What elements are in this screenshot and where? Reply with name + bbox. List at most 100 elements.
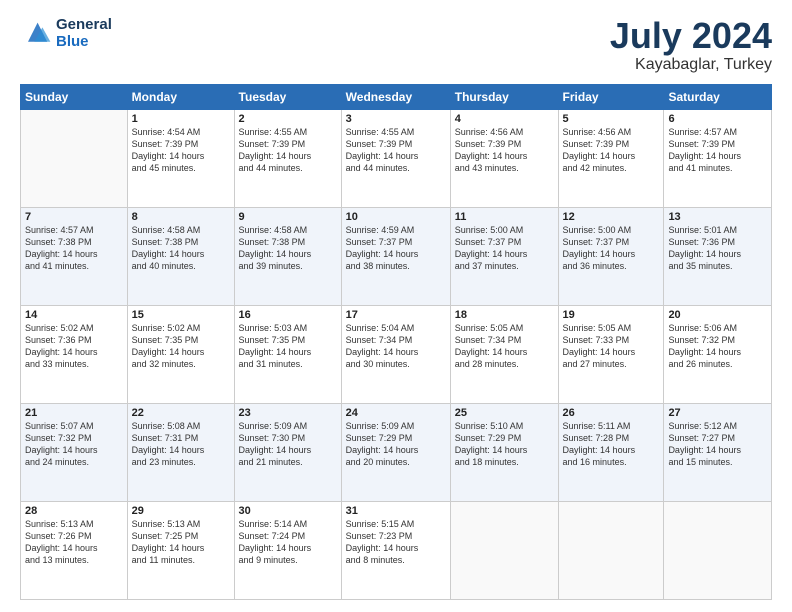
day-cell — [664, 501, 772, 599]
day-info: Sunrise: 5:12 AM Sunset: 7:27 PM Dayligh… — [668, 420, 767, 469]
day-number: 30 — [239, 505, 337, 517]
calendar-body: 1Sunrise: 4:54 AM Sunset: 7:39 PM Daylig… — [21, 109, 772, 599]
day-info: Sunrise: 5:14 AM Sunset: 7:24 PM Dayligh… — [239, 518, 337, 567]
day-info: Sunrise: 5:03 AM Sunset: 7:35 PM Dayligh… — [239, 322, 337, 371]
day-cell: 13Sunrise: 5:01 AM Sunset: 7:36 PM Dayli… — [664, 207, 772, 305]
day-cell: 1Sunrise: 4:54 AM Sunset: 7:39 PM Daylig… — [127, 109, 234, 207]
day-cell: 31Sunrise: 5:15 AM Sunset: 7:23 PM Dayli… — [341, 501, 450, 599]
day-number: 2 — [239, 113, 337, 125]
day-info: Sunrise: 5:05 AM Sunset: 7:33 PM Dayligh… — [563, 322, 660, 371]
day-cell — [21, 109, 128, 207]
day-number: 16 — [239, 309, 337, 321]
day-number: 17 — [346, 309, 446, 321]
day-info: Sunrise: 4:58 AM Sunset: 7:38 PM Dayligh… — [132, 224, 230, 273]
day-number: 26 — [563, 407, 660, 419]
header-cell-wednesday: Wednesday — [341, 84, 450, 109]
day-cell: 26Sunrise: 5:11 AM Sunset: 7:28 PM Dayli… — [558, 403, 664, 501]
day-number: 21 — [25, 407, 123, 419]
day-info: Sunrise: 5:15 AM Sunset: 7:23 PM Dayligh… — [346, 518, 446, 567]
day-cell — [558, 501, 664, 599]
day-cell: 19Sunrise: 5:05 AM Sunset: 7:33 PM Dayli… — [558, 305, 664, 403]
day-info: Sunrise: 5:06 AM Sunset: 7:32 PM Dayligh… — [668, 322, 767, 371]
day-cell: 15Sunrise: 5:02 AM Sunset: 7:35 PM Dayli… — [127, 305, 234, 403]
day-info: Sunrise: 5:02 AM Sunset: 7:36 PM Dayligh… — [25, 322, 123, 371]
day-cell: 12Sunrise: 5:00 AM Sunset: 7:37 PM Dayli… — [558, 207, 664, 305]
day-number: 22 — [132, 407, 230, 419]
day-number: 7 — [25, 211, 123, 223]
day-number: 31 — [346, 505, 446, 517]
day-number: 12 — [563, 211, 660, 223]
main-title: July 2024 — [610, 16, 772, 56]
day-info: Sunrise: 5:00 AM Sunset: 7:37 PM Dayligh… — [563, 224, 660, 273]
day-info: Sunrise: 5:13 AM Sunset: 7:26 PM Dayligh… — [25, 518, 123, 567]
day-number: 18 — [455, 309, 554, 321]
day-info: Sunrise: 4:57 AM Sunset: 7:38 PM Dayligh… — [25, 224, 123, 273]
day-info: Sunrise: 5:09 AM Sunset: 7:29 PM Dayligh… — [346, 420, 446, 469]
day-cell: 7Sunrise: 4:57 AM Sunset: 7:38 PM Daylig… — [21, 207, 128, 305]
day-number: 3 — [346, 113, 446, 125]
day-info: Sunrise: 4:56 AM Sunset: 7:39 PM Dayligh… — [563, 126, 660, 175]
day-number: 29 — [132, 505, 230, 517]
day-info: Sunrise: 4:57 AM Sunset: 7:39 PM Dayligh… — [668, 126, 767, 175]
day-cell — [450, 501, 558, 599]
day-number: 1 — [132, 113, 230, 125]
day-cell: 8Sunrise: 4:58 AM Sunset: 7:38 PM Daylig… — [127, 207, 234, 305]
day-info: Sunrise: 5:13 AM Sunset: 7:25 PM Dayligh… — [132, 518, 230, 567]
header-cell-friday: Friday — [558, 84, 664, 109]
day-number: 14 — [25, 309, 123, 321]
header-row: SundayMondayTuesdayWednesdayThursdayFrid… — [21, 84, 772, 109]
day-cell: 3Sunrise: 4:55 AM Sunset: 7:39 PM Daylig… — [341, 109, 450, 207]
day-info: Sunrise: 4:59 AM Sunset: 7:37 PM Dayligh… — [346, 224, 446, 273]
day-cell: 17Sunrise: 5:04 AM Sunset: 7:34 PM Dayli… — [341, 305, 450, 403]
day-cell: 21Sunrise: 5:07 AM Sunset: 7:32 PM Dayli… — [21, 403, 128, 501]
calendar-header: SundayMondayTuesdayWednesdayThursdayFrid… — [21, 84, 772, 109]
day-cell: 2Sunrise: 4:55 AM Sunset: 7:39 PM Daylig… — [234, 109, 341, 207]
day-number: 20 — [668, 309, 767, 321]
week-row-4: 21Sunrise: 5:07 AM Sunset: 7:32 PM Dayli… — [21, 403, 772, 501]
page: General Blue July 2024 Kayabaglar, Turke… — [0, 0, 792, 612]
day-cell: 9Sunrise: 4:58 AM Sunset: 7:38 PM Daylig… — [234, 207, 341, 305]
day-info: Sunrise: 5:02 AM Sunset: 7:35 PM Dayligh… — [132, 322, 230, 371]
header-cell-monday: Monday — [127, 84, 234, 109]
day-cell: 18Sunrise: 5:05 AM Sunset: 7:34 PM Dayli… — [450, 305, 558, 403]
day-cell: 27Sunrise: 5:12 AM Sunset: 7:27 PM Dayli… — [664, 403, 772, 501]
day-number: 13 — [668, 211, 767, 223]
day-number: 9 — [239, 211, 337, 223]
day-info: Sunrise: 5:11 AM Sunset: 7:28 PM Dayligh… — [563, 420, 660, 469]
day-info: Sunrise: 4:55 AM Sunset: 7:39 PM Dayligh… — [239, 126, 337, 175]
day-number: 4 — [455, 113, 554, 125]
day-cell: 20Sunrise: 5:06 AM Sunset: 7:32 PM Dayli… — [664, 305, 772, 403]
day-info: Sunrise: 4:56 AM Sunset: 7:39 PM Dayligh… — [455, 126, 554, 175]
header-cell-saturday: Saturday — [664, 84, 772, 109]
day-info: Sunrise: 4:58 AM Sunset: 7:38 PM Dayligh… — [239, 224, 337, 273]
day-cell: 29Sunrise: 5:13 AM Sunset: 7:25 PM Dayli… — [127, 501, 234, 599]
day-cell: 22Sunrise: 5:08 AM Sunset: 7:31 PM Dayli… — [127, 403, 234, 501]
day-number: 27 — [668, 407, 767, 419]
logo-text: General Blue — [56, 16, 112, 51]
calendar-table: SundayMondayTuesdayWednesdayThursdayFrid… — [20, 84, 772, 600]
day-number: 11 — [455, 211, 554, 223]
day-number: 15 — [132, 309, 230, 321]
day-info: Sunrise: 5:07 AM Sunset: 7:32 PM Dayligh… — [25, 420, 123, 469]
day-info: Sunrise: 5:00 AM Sunset: 7:37 PM Dayligh… — [455, 224, 554, 273]
day-info: Sunrise: 5:01 AM Sunset: 7:36 PM Dayligh… — [668, 224, 767, 273]
week-row-3: 14Sunrise: 5:02 AM Sunset: 7:36 PM Dayli… — [21, 305, 772, 403]
day-number: 25 — [455, 407, 554, 419]
day-number: 24 — [346, 407, 446, 419]
day-cell: 28Sunrise: 5:13 AM Sunset: 7:26 PM Dayli… — [21, 501, 128, 599]
subtitle: Kayabaglar, Turkey — [610, 56, 772, 74]
day-info: Sunrise: 5:09 AM Sunset: 7:30 PM Dayligh… — [239, 420, 337, 469]
day-cell: 16Sunrise: 5:03 AM Sunset: 7:35 PM Dayli… — [234, 305, 341, 403]
day-info: Sunrise: 5:10 AM Sunset: 7:29 PM Dayligh… — [455, 420, 554, 469]
day-number: 19 — [563, 309, 660, 321]
day-info: Sunrise: 5:08 AM Sunset: 7:31 PM Dayligh… — [132, 420, 230, 469]
header-cell-tuesday: Tuesday — [234, 84, 341, 109]
day-cell: 4Sunrise: 4:56 AM Sunset: 7:39 PM Daylig… — [450, 109, 558, 207]
day-cell: 24Sunrise: 5:09 AM Sunset: 7:29 PM Dayli… — [341, 403, 450, 501]
day-info: Sunrise: 4:54 AM Sunset: 7:39 PM Dayligh… — [132, 126, 230, 175]
day-number: 6 — [668, 113, 767, 125]
day-cell: 11Sunrise: 5:00 AM Sunset: 7:37 PM Dayli… — [450, 207, 558, 305]
week-row-2: 7Sunrise: 4:57 AM Sunset: 7:38 PM Daylig… — [21, 207, 772, 305]
day-cell: 30Sunrise: 5:14 AM Sunset: 7:24 PM Dayli… — [234, 501, 341, 599]
week-row-1: 1Sunrise: 4:54 AM Sunset: 7:39 PM Daylig… — [21, 109, 772, 207]
